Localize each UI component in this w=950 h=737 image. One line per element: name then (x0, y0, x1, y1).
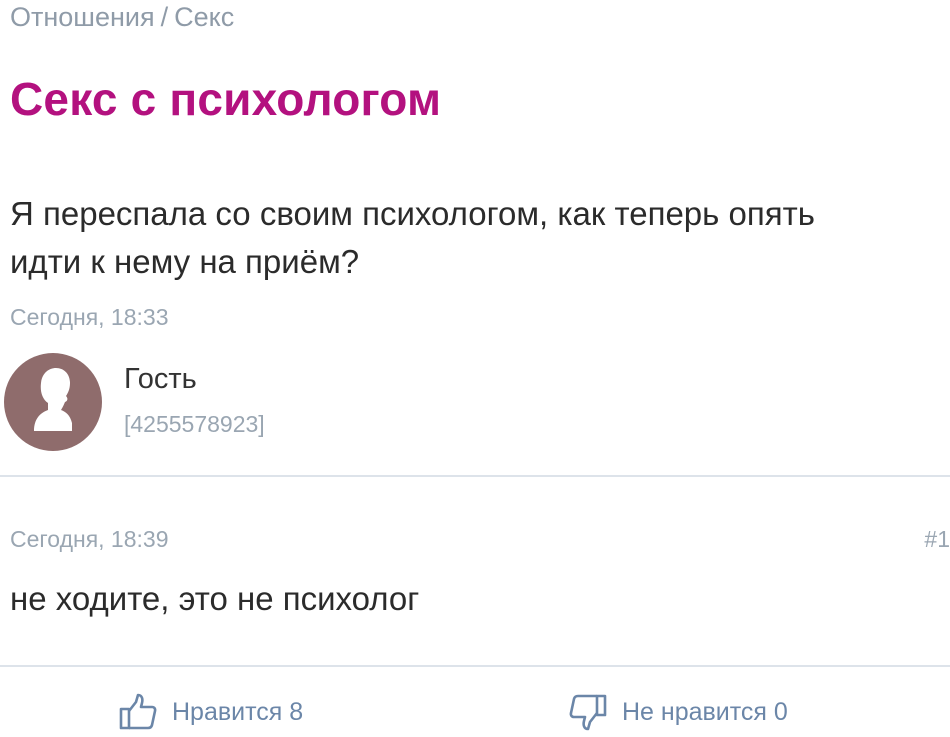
thumbs-down-icon (568, 692, 608, 732)
page-title: Секс с психологом (10, 73, 442, 125)
question-body: Я переспала со своим психологом, как теп… (10, 190, 950, 286)
dislike-count-label: Не нравится 0 (622, 697, 788, 726)
thumbs-up-icon (118, 692, 158, 732)
author-name[interactable]: Гость (124, 363, 197, 396)
breadcrumb-parent-link[interactable]: Отношения (10, 2, 155, 32)
divider (0, 475, 950, 477)
question-text-line-1: Я переспала со своим психологом, как теп… (10, 195, 815, 232)
question-text-line-2: идти к нему на приём? (10, 243, 360, 280)
author-id: [4255578923] (124, 411, 265, 437)
breadcrumb-current-link[interactable]: Секс (174, 2, 234, 32)
answer-text: не ходите, это не психолог (10, 580, 420, 617)
avatar[interactable] (4, 353, 102, 451)
like-count-label: Нравится 8 (172, 697, 304, 726)
like-button[interactable]: Нравится 8 (118, 690, 303, 734)
breadcrumb-separator: / (160, 2, 169, 32)
user-silhouette-icon (34, 368, 72, 431)
question-timestamp: Сегодня, 18:33 (10, 304, 169, 330)
dislike-button[interactable]: Не нравится 0 (568, 690, 788, 734)
divider (0, 665, 950, 667)
answer-number-link[interactable]: #1 (924, 526, 950, 553)
breadcrumb: Отношения / Секс (10, 2, 234, 33)
answer-timestamp: Сегодня, 18:39 (10, 526, 169, 552)
